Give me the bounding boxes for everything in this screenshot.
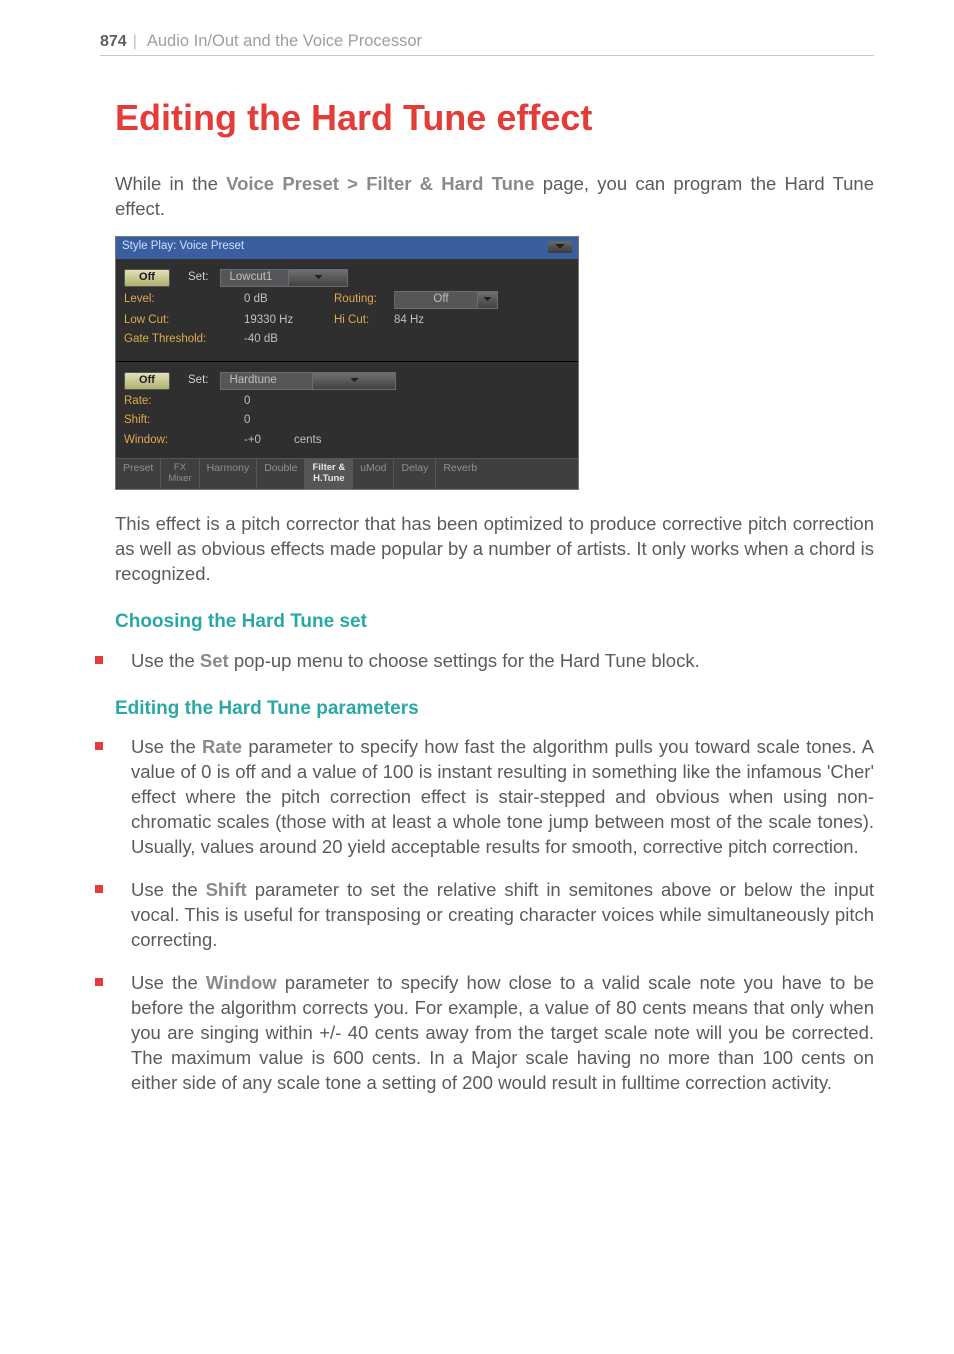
tab-delay[interactable]: Delay <box>394 459 436 489</box>
bullet-icon <box>95 656 103 664</box>
level-label: Level: <box>124 292 244 308</box>
window-unit: cents <box>294 433 322 449</box>
gate-value[interactable]: -40 dB <box>244 332 278 348</box>
shift-label: Shift: <box>124 413 244 429</box>
page-number: 874 <box>100 31 127 53</box>
shift-value[interactable]: 0 <box>244 413 250 429</box>
rate-value[interactable]: 0 <box>244 394 250 410</box>
tab-preset[interactable]: Preset <box>116 459 161 489</box>
hardtune-set-value: Hardtune <box>229 373 312 389</box>
rate-label: Rate: <box>124 394 244 410</box>
lowcut-label: Low Cut: <box>124 313 244 329</box>
bullet-shift: Use the Shift parameter to set the relat… <box>115 878 874 953</box>
chevron-down-icon <box>312 373 396 389</box>
tab-umod[interactable]: uMod <box>353 459 394 489</box>
tab-double[interactable]: Double <box>257 459 305 489</box>
tab-harmony[interactable]: Harmony <box>200 459 258 489</box>
heading-editing-params: Editing the Hard Tune parameters <box>115 696 874 722</box>
intro-path-kw: Voice Preset > Filter & Hard Tune <box>226 173 534 194</box>
routing-value: Off <box>433 292 448 308</box>
filter-panel: Off Set: Lowcut1 Level: 0 dB Routing: Of… <box>116 259 578 358</box>
window-value[interactable]: -+0 <box>244 433 294 449</box>
kw-window: Window <box>206 972 277 993</box>
window-titlebar: Style Play: Voice Preset <box>116 237 578 259</box>
section-title: Audio In/Out and the Voice Processor <box>147 30 422 52</box>
bullet-icon <box>95 885 103 893</box>
hardtune-set-label: Set: <box>188 373 208 389</box>
heading-choosing-set: Choosing the Hard Tune set <box>115 609 874 635</box>
chevron-down-icon <box>478 291 498 309</box>
bullet-window: Use the Window parameter to specify how … <box>115 971 874 1096</box>
bullet-set: Use the Set pop-up menu to choose settin… <box>115 649 874 674</box>
description-paragraph: This effect is a pitch corrector that ha… <box>115 512 874 587</box>
hardtune-toggle[interactable]: Off <box>124 372 170 390</box>
filter-set-label: Set: <box>188 270 208 286</box>
kw-rate: Rate <box>202 736 242 757</box>
tab-filter-htune[interactable]: Filter & H.Tune <box>305 459 353 489</box>
kw-shift: Shift <box>206 879 247 900</box>
bullet-icon <box>95 978 103 986</box>
bottom-tabs: Preset FX Mixer Harmony Double Filter & … <box>116 458 578 489</box>
bullet-icon <box>95 742 103 750</box>
kw-set: Set <box>200 650 229 671</box>
tab-fx-mixer[interactable]: FX Mixer <box>161 459 199 489</box>
window-label: Window: <box>124 433 244 449</box>
window-menu-button[interactable] <box>548 241 572 253</box>
hardtune-set-dropdown[interactable]: Hardtune <box>220 372 396 390</box>
hicut-value[interactable]: 84 Hz <box>394 313 424 329</box>
level-value[interactable]: 0 dB <box>244 292 334 308</box>
lowcut-value[interactable]: 19330 Hz <box>244 313 334 329</box>
hardtune-panel: Off Set: Hardtune Rate: 0 Shift: 0 Windo… <box>116 362 578 459</box>
header-divider: | <box>133 31 137 53</box>
chevron-down-icon <box>555 244 565 250</box>
tab-reverb[interactable]: Reverb <box>436 459 484 489</box>
routing-dropdown[interactable]: Off <box>394 291 478 309</box>
filter-toggle[interactable]: Off <box>124 269 170 287</box>
page-header: 874 | Audio In/Out and the Voice Process… <box>100 30 874 56</box>
page-title: Editing the Hard Tune effect <box>115 94 874 143</box>
chevron-down-icon <box>288 270 348 286</box>
gate-label: Gate Threshold: <box>124 332 244 348</box>
voice-preset-screenshot: Style Play: Voice Preset Off Set: Lowcut… <box>115 236 579 490</box>
bullet-rate: Use the Rate parameter to specify how fa… <box>115 735 874 860</box>
filter-set-value: Lowcut1 <box>229 270 288 286</box>
window-title-text: Style Play: Voice Preset <box>122 239 244 255</box>
routing-label: Routing: <box>334 292 394 308</box>
hicut-label: Hi Cut: <box>334 313 394 329</box>
filter-set-dropdown[interactable]: Lowcut1 <box>220 269 348 287</box>
intro-paragraph: While in the Voice Preset > Filter & Har… <box>115 172 874 222</box>
